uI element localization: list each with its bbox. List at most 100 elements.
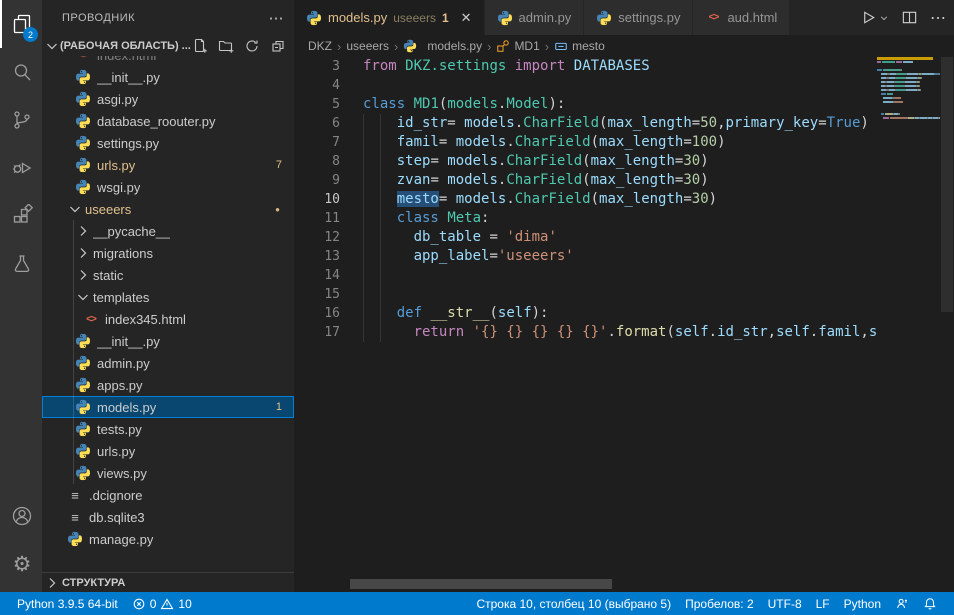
tree-item-templates[interactable]: templates — [42, 286, 294, 308]
language-mode-status[interactable]: Python — [837, 592, 888, 615]
split-editor-icon[interactable] — [901, 9, 918, 26]
tree-item-db.sqlite3[interactable]: ≡db.sqlite3 — [42, 506, 294, 528]
eol-status[interactable]: LF — [809, 592, 837, 615]
tree-item-wsgi.py[interactable]: wsgi.py — [42, 176, 294, 198]
code-line-5[interactable]: 5class MD1(models.Model): — [294, 95, 877, 114]
cursor-position-status[interactable]: Строка 10, столбец 10 (выбрано 5) — [469, 592, 678, 615]
tab-settings.py[interactable]: settings.py — [584, 0, 693, 35]
line-number: 10 — [294, 190, 340, 209]
feedback-button[interactable] — [888, 592, 916, 615]
activity-item-testing[interactable] — [0, 240, 42, 288]
run-python-file-button[interactable] — [860, 9, 889, 26]
sidebar-more-actions-icon[interactable]: ⋯ — [269, 9, 285, 27]
code-line-10[interactable]: 10 mesto= models.CharField(max_length=30… — [294, 190, 877, 209]
gear-icon: ⚙ — [13, 554, 32, 575]
workspace-section-header[interactable]: (РАБОЧАЯ ОБЛАСТЬ) ... — [42, 35, 294, 57]
tree-item-label: migrations — [93, 246, 153, 261]
tree-item-migrations[interactable]: migrations — [42, 242, 294, 264]
tree-item-useeers[interactable]: useeers● — [42, 198, 294, 220]
horizontal-scrollbar[interactable] — [350, 579, 612, 589]
refresh-icon[interactable] — [244, 38, 260, 54]
tree-item-.dcignore[interactable]: ≡.dcignore — [42, 484, 294, 506]
tree-item-partial: <>index.html — [42, 56, 294, 66]
problems-status[interactable]: 0 10 — [125, 592, 199, 615]
activity-item-run-debug[interactable] — [0, 144, 42, 192]
encoding-status[interactable]: UTF-8 — [761, 592, 809, 615]
tab-aud.html[interactable]: <>aud.html — [693, 0, 790, 35]
tree-item-__init__.py[interactable]: __init__.py — [42, 330, 294, 352]
line-number: 15 — [294, 285, 340, 304]
tree-item-index345.html[interactable]: <>index345.html — [42, 308, 294, 330]
outline-section-label: СТРУКТУРА — [62, 577, 125, 589]
search-icon — [10, 60, 34, 84]
python-interpreter-status[interactable]: Python 3.9.5 64-bit — [10, 592, 125, 615]
chevron-right-icon — [75, 245, 91, 261]
tab-models.py[interactable]: models.pyuseeers1✕ — [294, 0, 485, 35]
warning-count: 10 — [178, 597, 191, 611]
tree-item-manage.py[interactable]: manage.py — [42, 528, 294, 550]
code-line-4[interactable]: 4 — [294, 76, 877, 95]
breadcrumb-item-mesto[interactable]: mesto — [554, 39, 605, 53]
tree-item-label: manage.py — [89, 532, 153, 547]
code-line-17[interactable]: 17 return '{} {} {} {} {}'.format(self.i… — [294, 323, 877, 342]
code-line-11[interactable]: 11 class Meta: — [294, 209, 877, 228]
tree-item-index.html[interactable]: <>index.html — [42, 56, 294, 66]
indent-guide — [380, 114, 381, 342]
breadcrumb-item-useeers[interactable]: useeers — [346, 39, 389, 53]
activity-item-account[interactable] — [0, 492, 42, 540]
tab-admin.py[interactable]: admin.py — [485, 0, 585, 35]
python-icon — [75, 69, 91, 85]
tree-item-tests.py[interactable]: tests.py — [42, 418, 294, 440]
code-line-6[interactable]: 6 id_str= models.CharField(max_length=50… — [294, 114, 877, 133]
minimap[interactable] — [877, 57, 940, 121]
close-tab-icon[interactable]: ✕ — [461, 10, 472, 26]
error-icon — [132, 597, 146, 611]
tree-item-asgi.py[interactable]: asgi.py — [42, 88, 294, 110]
activity-item-explorer[interactable]: 2 — [0, 0, 42, 48]
code-line-12[interactable]: 12 db_table = 'dima' — [294, 228, 877, 247]
breadcrumb-item-MD1[interactable]: MD1 — [496, 39, 539, 53]
editor-more-actions-icon[interactable]: ⋯ — [930, 8, 946, 28]
explorer-badge: 2 — [23, 27, 38, 42]
activity-item-source-control[interactable] — [0, 96, 42, 144]
tree-item-static[interactable]: static — [42, 264, 294, 286]
vscode-window: 2 — [0, 0, 954, 615]
indentation-status[interactable]: Пробелов: 2 — [678, 592, 761, 615]
beaker-icon — [10, 252, 34, 276]
vertical-scrollbar[interactable] — [940, 57, 954, 569]
notifications-button[interactable] — [916, 592, 944, 615]
tree-item-settings.py[interactable]: settings.py — [42, 132, 294, 154]
breadcrumb-separator: › — [545, 39, 549, 54]
tree-item-database_roouter.py[interactable]: database_roouter.py — [42, 110, 294, 132]
collapse-all-icon[interactable] — [270, 38, 286, 54]
activity-item-settings[interactable]: ⚙ — [0, 540, 42, 588]
tree-item-admin.py[interactable]: admin.py — [42, 352, 294, 374]
code-line-9[interactable]: 9 zvan= models.CharField(max_length=30) — [294, 171, 877, 190]
tree-item-__pycache__[interactable]: __pycache__ — [42, 220, 294, 242]
tree-item-models.py[interactable]: models.py1 — [42, 396, 294, 418]
activity-item-search[interactable] — [0, 48, 42, 96]
code-line-16[interactable]: 16 def __str__(self): — [294, 304, 877, 323]
tree-item-urls.py[interactable]: urls.py7 — [42, 154, 294, 176]
activity-item-extensions[interactable] — [0, 192, 42, 240]
code-line-14[interactable]: 14 — [294, 266, 877, 285]
tree-item-apps.py[interactable]: apps.py — [42, 374, 294, 396]
new-file-icon[interactable] — [192, 38, 208, 54]
tab-label: aud.html — [727, 10, 777, 25]
breadcrumb-item-models.py[interactable]: models.py — [403, 39, 482, 53]
line-number: 9 — [294, 171, 340, 190]
run-dropdown-chevron-icon[interactable] — [879, 13, 889, 23]
outline-section-header[interactable]: СТРУКТУРА — [42, 572, 294, 592]
tree-item-label: tests.py — [97, 422, 142, 437]
tree-item-views.py[interactable]: views.py — [42, 462, 294, 484]
code-line-13[interactable]: 13 app_label='useeers' — [294, 247, 877, 266]
new-folder-icon[interactable] — [218, 38, 234, 54]
code-line-7[interactable]: 7 famil= models.CharField(max_length=100… — [294, 133, 877, 152]
code-line-8[interactable]: 8 step= models.CharField(max_length=30) — [294, 152, 877, 171]
breadcrumb-item-DKZ[interactable]: DKZ — [308, 39, 332, 53]
code-line-3[interactable]: 3from DKZ.settings import DATABASES — [294, 57, 877, 76]
code-editor[interactable]: 3from DKZ.settings import DATABASES45cla… — [294, 57, 940, 592]
tree-item-urls.py[interactable]: urls.py — [42, 440, 294, 462]
tree-item-__init__.py[interactable]: __init__.py — [42, 66, 294, 88]
code-line-15[interactable]: 15 — [294, 285, 877, 304]
